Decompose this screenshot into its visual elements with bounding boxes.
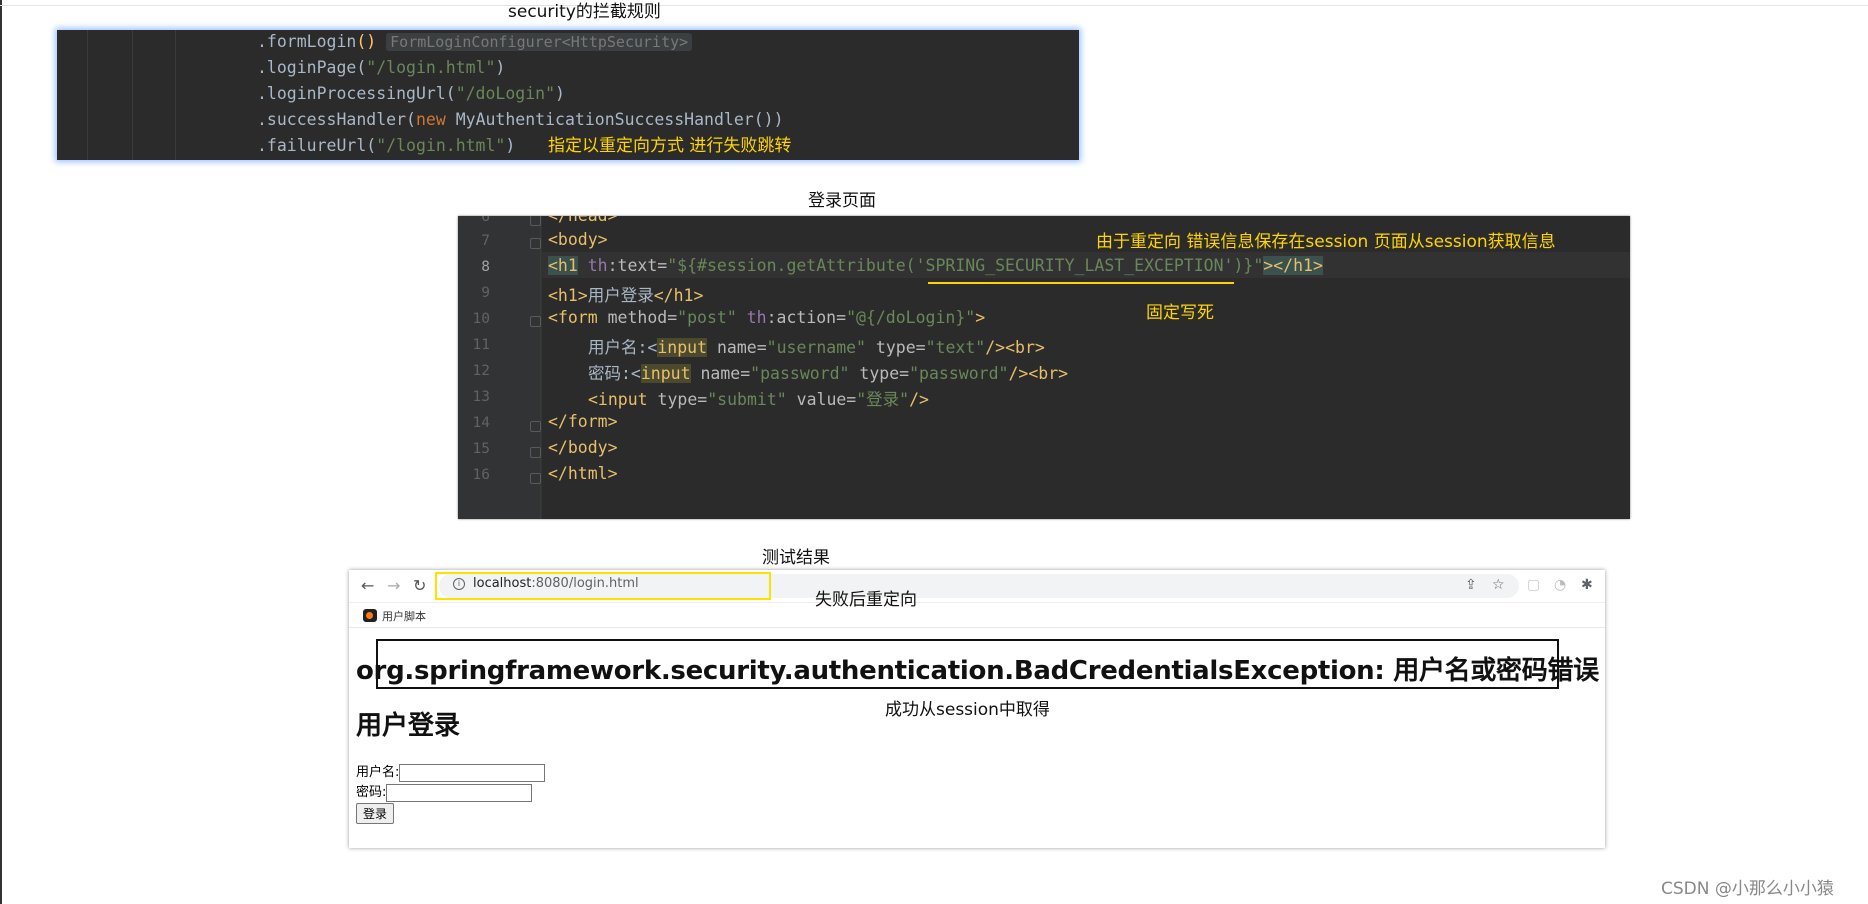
bookmarks-bar: 用户脚本 [349,603,1605,628]
share-icon[interactable]: ⇪ [1465,577,1477,593]
code-line-9: <h1>用户登录</h1> [548,286,704,305]
caption-login-page: 登录页面 [808,191,876,211]
extension-square-icon[interactable]: ▢ [1527,577,1540,593]
line-number: 6 [481,216,490,225]
code-line-11: 用户名:<input name="username" type="text"/>… [588,338,1045,357]
annotation-fixed: 固定写死 [1146,303,1214,323]
error-highlight-box [376,639,1559,689]
csdn-watermark: CSDN @小那么小小猿 [1661,879,1834,899]
annotation-redirect-failure: 指定以重定向方式 进行失败跳转 [548,136,792,156]
code-line-14: </form> [548,412,618,431]
line-number: 16 [472,467,490,483]
line-number: 13 [472,389,490,405]
login-heading: 用户登录 [356,711,461,741]
forward-arrow-icon[interactable]: → [387,576,400,595]
username-input[interactable] [399,763,546,782]
reload-icon[interactable]: ↻ [413,576,426,595]
code-line-loginpage: .loginPage("/login.html") [257,58,506,77]
extension-circle-icon[interactable]: ◔ [1554,577,1566,593]
password-input[interactable] [386,783,533,802]
line-number: 14 [472,415,490,431]
browser-toolbar: ← → ↻ i localhost:8080/login.html ⇪ ☆ ▢ … [349,570,1605,603]
top-edge-rule [0,5,1868,6]
username-row: 用户名: [356,761,546,782]
code-line-failureurl: .failureUrl("/login.html") [257,136,516,155]
login-html-code-panel: 6 7 8 9 10 11 12 13 14 15 16 </head> <bo… [458,216,1630,519]
code-line-12: 密码:<input name="password" type="password… [588,364,1069,383]
caption-test-result: 测试结果 [762,548,830,568]
password-row: 密码: [356,781,533,802]
fold-marker-icon[interactable] [530,316,541,327]
line-number: 7 [481,233,490,249]
password-label: 密码: [356,785,387,800]
back-arrow-icon[interactable]: ← [361,576,374,595]
fold-marker-icon[interactable] [530,216,541,226]
fold-marker-icon[interactable] [530,473,541,484]
bookmark-userscript[interactable]: 用户脚本 [382,608,426,624]
fold-marker-icon[interactable] [530,447,541,458]
code-line-16: </html> [548,464,618,483]
code-line-successhandler: .successHandler(new MyAuthenticationSucc… [257,110,784,129]
line-number: 12 [472,363,490,379]
code-line-8: <h1 th:text="${#session.getAttribute('SP… [548,256,1323,275]
code-line-loginprocessingurl: .loginProcessingUrl("/doLogin") [257,84,565,103]
caption-from-session: 成功从session中取得 [885,700,1050,720]
url-highlight-box [435,572,771,600]
line-number: 10 [472,311,490,327]
fold-marker-icon[interactable] [530,238,541,249]
left-edge-rule [0,0,2,904]
username-label: 用户名: [356,765,400,780]
caption-security-rules: security的拦截规则 [508,2,661,22]
puzzle-icon[interactable]: ✱ [1581,577,1593,593]
line-number: 15 [472,441,490,457]
indent-guide [87,30,88,160]
line-number: 8 [481,259,490,275]
caption-redirect-after-fail: 失败后重定向 [815,590,917,610]
fold-marker-icon[interactable] [530,421,541,432]
line-number: 9 [481,285,490,301]
line-number: 11 [472,337,490,353]
code-line-6: </head> [548,216,618,225]
underline-session-key [928,282,1234,284]
userscript-icon [363,609,377,622]
code-line-15: </body> [548,438,618,457]
star-icon[interactable]: ☆ [1492,577,1505,593]
indent-guide [132,30,133,160]
code-line-10: <form method="post" th:action="@{/doLogi… [548,308,986,327]
code-line-13: <input type="submit" value="登录"/> [588,390,929,409]
login-submit-button[interactable]: 登录 [356,803,395,824]
indent-guide [175,30,176,160]
code-line-7: <body> [548,230,608,249]
security-config-code-panel: .formLogin() FormLoginConfigurer<HttpSec… [57,30,1079,160]
annotation-session-info: 由于重定向 错误信息保存在session 页面从session获取信息 [1096,232,1556,252]
type-hint: FormLoginConfigurer<HttpSecurity> [386,33,693,51]
code-line-formlogin: .formLogin() FormLoginConfigurer<HttpSec… [257,32,693,51]
